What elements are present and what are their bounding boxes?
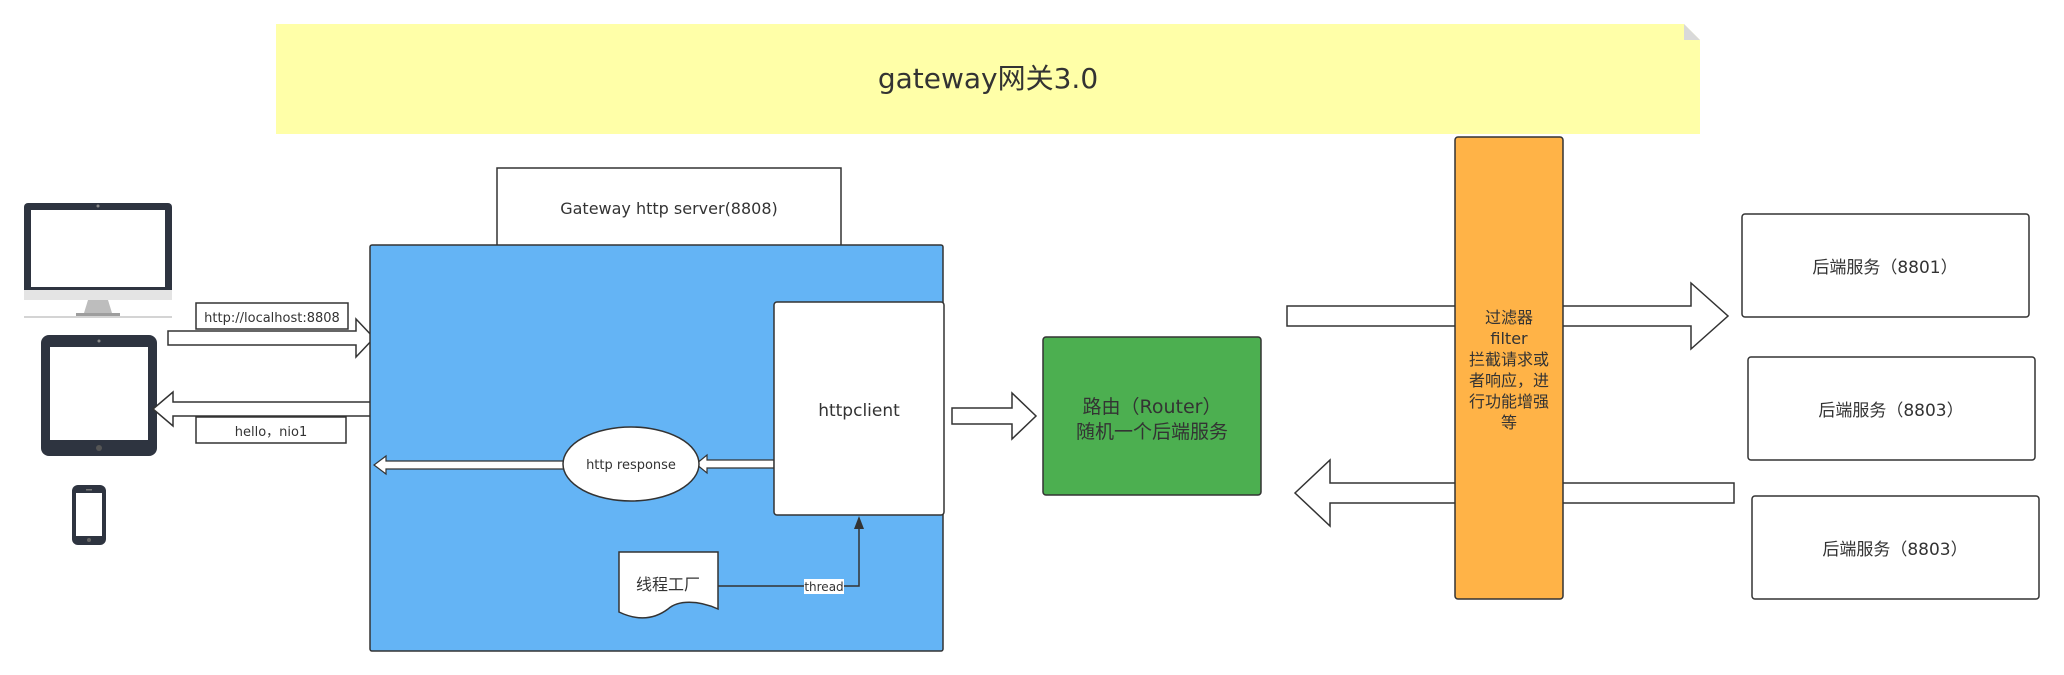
httpclient-text: httpclient	[818, 401, 900, 421]
response-text: hello，nio1	[235, 425, 308, 440]
filter-line-5: 行功能增强	[1469, 392, 1549, 411]
filter-line-2: filter	[1490, 329, 1528, 348]
title-note: gateway网关3.0	[276, 24, 1700, 134]
phone-icon	[72, 485, 106, 545]
filter-line-3: 拦截请求或	[1469, 350, 1549, 369]
title-text: gateway网关3.0	[878, 62, 1098, 95]
monitor-icon	[24, 203, 172, 318]
filter-line-4: 者响应，进	[1469, 371, 1549, 390]
request-url-text: http://localhost:8808	[204, 311, 340, 326]
client-to-router-arrow	[951, 391, 1038, 441]
backend-service-3-text: 后端服务（8803）	[1822, 540, 1967, 560]
filter-line-1: 过滤器	[1485, 308, 1533, 327]
backend-service-3: 后端服务（8803）	[1751, 495, 2040, 600]
httpclient-node: httpclient	[773, 301, 945, 516]
router-text-line1: 路由（Router）	[1083, 396, 1222, 418]
gateway-server-label: Gateway http server(8808)	[496, 167, 842, 247]
gateway-server-text: Gateway http server(8808)	[560, 199, 778, 218]
http-response-text: http response	[586, 458, 676, 473]
router-text-line2: 随机一个后端服务	[1076, 421, 1228, 443]
backend-service-1: 后端服务（8801）	[1741, 213, 2030, 318]
response-text-label: hello，nio1	[195, 416, 347, 444]
backend-service-1-text: 后端服务（8801）	[1812, 258, 1957, 278]
backend-service-2: 后端服务（8803）	[1747, 356, 2036, 461]
backend-service-2-text: 后端服务（8803）	[1818, 401, 1963, 421]
gateway-diagram: gateway网关3.0 http://localhost:8808 hello…	[24, 24, 2040, 652]
tablet-icon	[41, 335, 157, 456]
http-response-node: http response	[562, 426, 700, 502]
filter-line-6: 等	[1501, 413, 1517, 432]
router-node: 路由（Router） 随机一个后端服务	[1042, 336, 1262, 496]
filter-node: 过滤器 filter 拦截请求或 者响应，进 行功能增强 等	[1454, 136, 1564, 600]
thread-factory-text: 线程工厂	[636, 575, 700, 594]
request-url-label: http://localhost:8808	[195, 302, 349, 330]
thread-label: thread	[804, 580, 843, 594]
